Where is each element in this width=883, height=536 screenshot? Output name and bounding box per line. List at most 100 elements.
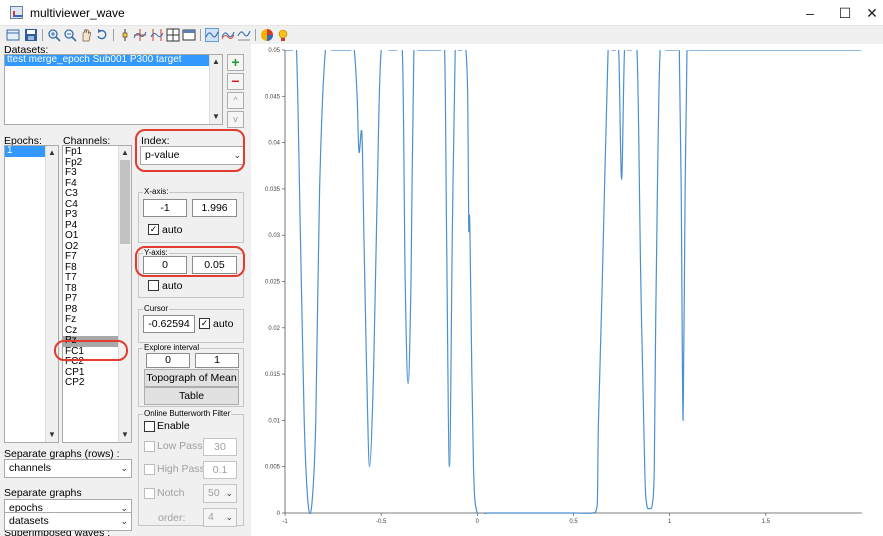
y-tick-label: 0.015 bbox=[265, 372, 281, 378]
zoom-out-icon[interactable] bbox=[63, 28, 77, 42]
dataset-item[interactable]: ttest merge_epoch Sub001 P300 target bbox=[5, 55, 210, 66]
remove-dataset-button[interactable]: − bbox=[227, 73, 244, 90]
highpass-field[interactable]: 0.1 bbox=[203, 461, 237, 479]
datacursor-icon[interactable] bbox=[118, 28, 132, 42]
minimize-button[interactable]: – bbox=[790, 0, 830, 26]
table-button[interactable]: Table bbox=[144, 387, 239, 405]
y-axis-min-field[interactable]: 0 bbox=[143, 256, 187, 274]
toolbar bbox=[0, 26, 883, 44]
p-value-series-line[interactable] bbox=[285, 44, 862, 516]
scroll-up-arrow-icon[interactable]: ▲ bbox=[119, 147, 131, 159]
move-dataset-down-button[interactable]: v bbox=[227, 111, 244, 128]
x-axis-min-field[interactable]: -1 bbox=[143, 199, 187, 217]
notch-dropdown[interactable]: 50 ⌄ bbox=[203, 484, 237, 503]
scroll-down-arrow-icon[interactable]: ▼ bbox=[46, 429, 58, 441]
x-axis-title: X-axis: bbox=[143, 187, 170, 196]
epochs-scrollbar[interactable]: ▲ ▼ bbox=[45, 146, 58, 442]
topograph-of-mean-button[interactable]: Topograph of Mean bbox=[144, 369, 239, 387]
filter-enable-label: Enable bbox=[157, 420, 190, 432]
chevron-down-icon: ⌄ bbox=[233, 150, 241, 160]
scroll-thumb[interactable] bbox=[120, 160, 130, 244]
move-dataset-up-button[interactable]: ^ bbox=[227, 92, 244, 109]
separate-rows-value: channels bbox=[9, 462, 52, 474]
scroll-up-arrow-icon[interactable]: ▲ bbox=[46, 147, 58, 159]
lowpass-label: Low Pass bbox=[157, 440, 203, 452]
cursor-value-field[interactable]: -0.62594 bbox=[143, 315, 195, 333]
rotate-icon[interactable] bbox=[95, 28, 109, 42]
channel-item[interactable]: C3 bbox=[63, 188, 118, 200]
separate-graphs-label: Separate graphs bbox=[4, 487, 82, 499]
order-dropdown[interactable]: 4 ⌄ bbox=[203, 508, 237, 527]
index-value: p-value bbox=[145, 149, 180, 161]
epoch-item[interactable]: 1 bbox=[5, 146, 46, 157]
highpass-checkbox[interactable] bbox=[144, 464, 155, 475]
close-button[interactable]: ✕ bbox=[852, 0, 883, 26]
datasets-listbox[interactable]: ttest merge_epoch Sub001 P300 target ▲ ▼ bbox=[4, 54, 223, 125]
channel-layout-icon[interactable] bbox=[133, 28, 147, 42]
channel-item[interactable]: Fp1 bbox=[63, 146, 118, 158]
lowpass-checkbox[interactable] bbox=[144, 441, 155, 452]
superimposed-dropdown[interactable]: datasets ⌄ bbox=[4, 512, 132, 531]
scroll-down-arrow-icon[interactable]: ▼ bbox=[119, 429, 131, 441]
channel-item[interactable]: T7 bbox=[63, 272, 118, 284]
plot-canvas[interactable]: 0 0.005 0.01 0.015 0.02 0.025 0.03 0.035 0.04 0.0… bbox=[252, 44, 883, 536]
x-axis-auto-checkbox[interactable]: ✓ bbox=[148, 224, 159, 235]
bulb-icon[interactable] bbox=[276, 28, 290, 42]
channel-item[interactable]: CP2 bbox=[63, 377, 118, 389]
y-tick-label: 0.005 bbox=[265, 465, 281, 471]
channel-item[interactable]: P7 bbox=[63, 293, 118, 305]
y-axis-auto-label: auto bbox=[162, 280, 183, 292]
channels-listbox[interactable]: Fp1 Fp2 F3 F4 C3 C4 P3 P4 O1 O2 F7 F8 T7 T8 P7 P8 Fz Cz Pz… bbox=[62, 145, 132, 443]
epochs-listbox[interactable]: 1 ▲ ▼ bbox=[4, 145, 59, 443]
wave-icon-2[interactable] bbox=[221, 28, 235, 42]
save-icon[interactable] bbox=[24, 28, 38, 42]
lowpass-field[interactable]: 30 bbox=[203, 438, 237, 456]
pan-icon[interactable] bbox=[79, 28, 93, 42]
channel-item[interactable]: FC2 bbox=[63, 356, 118, 368]
cursor-auto-label: auto bbox=[213, 318, 234, 330]
channel-item[interactable]: Fz bbox=[63, 314, 118, 326]
add-dataset-button[interactable]: + bbox=[227, 54, 244, 71]
channel-item[interactable]: P3 bbox=[63, 209, 118, 221]
index-dropdown[interactable]: p-value ⌄ bbox=[140, 146, 245, 165]
y-tick-label: 0.025 bbox=[265, 280, 281, 286]
wave-plot[interactable]: 0 0.005 0.01 0.015 0.02 0.025 0.03 0.035 0.04 0.0… bbox=[252, 44, 883, 536]
filter-enable-checkbox[interactable] bbox=[144, 421, 155, 432]
notch-checkbox[interactable] bbox=[144, 488, 155, 499]
channel-item[interactable]: F7 bbox=[63, 251, 118, 263]
wave-icon-3[interactable] bbox=[237, 28, 251, 42]
scroll-up-arrow-icon[interactable]: ▲ bbox=[210, 56, 222, 68]
order-label: order: bbox=[158, 512, 186, 524]
superimposed-value: datasets bbox=[9, 515, 49, 527]
y-axis-auto-checkbox[interactable] bbox=[148, 280, 159, 291]
channel-item[interactable]: F3 bbox=[63, 167, 118, 179]
datasets-scrollbar[interactable]: ▲ ▼ bbox=[209, 55, 222, 124]
y-axis-max-field[interactable]: 0.05 bbox=[192, 256, 237, 274]
x-tick-label: 1 bbox=[668, 519, 672, 525]
explore-start-field[interactable]: 0 bbox=[146, 353, 190, 368]
notch-value: 50 bbox=[208, 487, 220, 499]
y-tick-label: 0.01 bbox=[268, 418, 280, 424]
cursor-auto-checkbox[interactable]: ✓ bbox=[199, 318, 210, 329]
color-icon[interactable] bbox=[260, 28, 274, 42]
highpass-label: High Pass bbox=[157, 463, 205, 475]
x-tick-label: 0.5 bbox=[569, 519, 578, 525]
chevron-down-icon: ⌄ bbox=[225, 488, 233, 498]
separate-rows-dropdown[interactable]: channels ⌄ bbox=[4, 459, 132, 478]
y-tick-label: 0.035 bbox=[265, 187, 281, 193]
x-axis-max-field[interactable]: 1.996 bbox=[192, 199, 237, 217]
window-title: multiviewer_wave bbox=[30, 6, 125, 20]
explore-end-field[interactable]: 1 bbox=[195, 353, 239, 368]
channel-item-selected[interactable]: Pz bbox=[63, 335, 118, 347]
y-tick-label: 0.04 bbox=[268, 141, 280, 147]
channels-scrollbar[interactable]: ▲ ▼ bbox=[118, 146, 131, 442]
wave-icon-1[interactable] bbox=[205, 28, 219, 42]
window-icon[interactable] bbox=[182, 28, 196, 42]
zoom-in-icon[interactable] bbox=[47, 28, 61, 42]
grid-icon[interactable] bbox=[166, 28, 180, 42]
scroll-down-arrow-icon[interactable]: ▼ bbox=[210, 111, 222, 123]
event-layout-icon[interactable] bbox=[150, 28, 164, 42]
x-tick-label: 0 bbox=[476, 519, 480, 525]
channel-item[interactable]: O1 bbox=[63, 230, 118, 242]
open-icon[interactable] bbox=[6, 28, 20, 42]
